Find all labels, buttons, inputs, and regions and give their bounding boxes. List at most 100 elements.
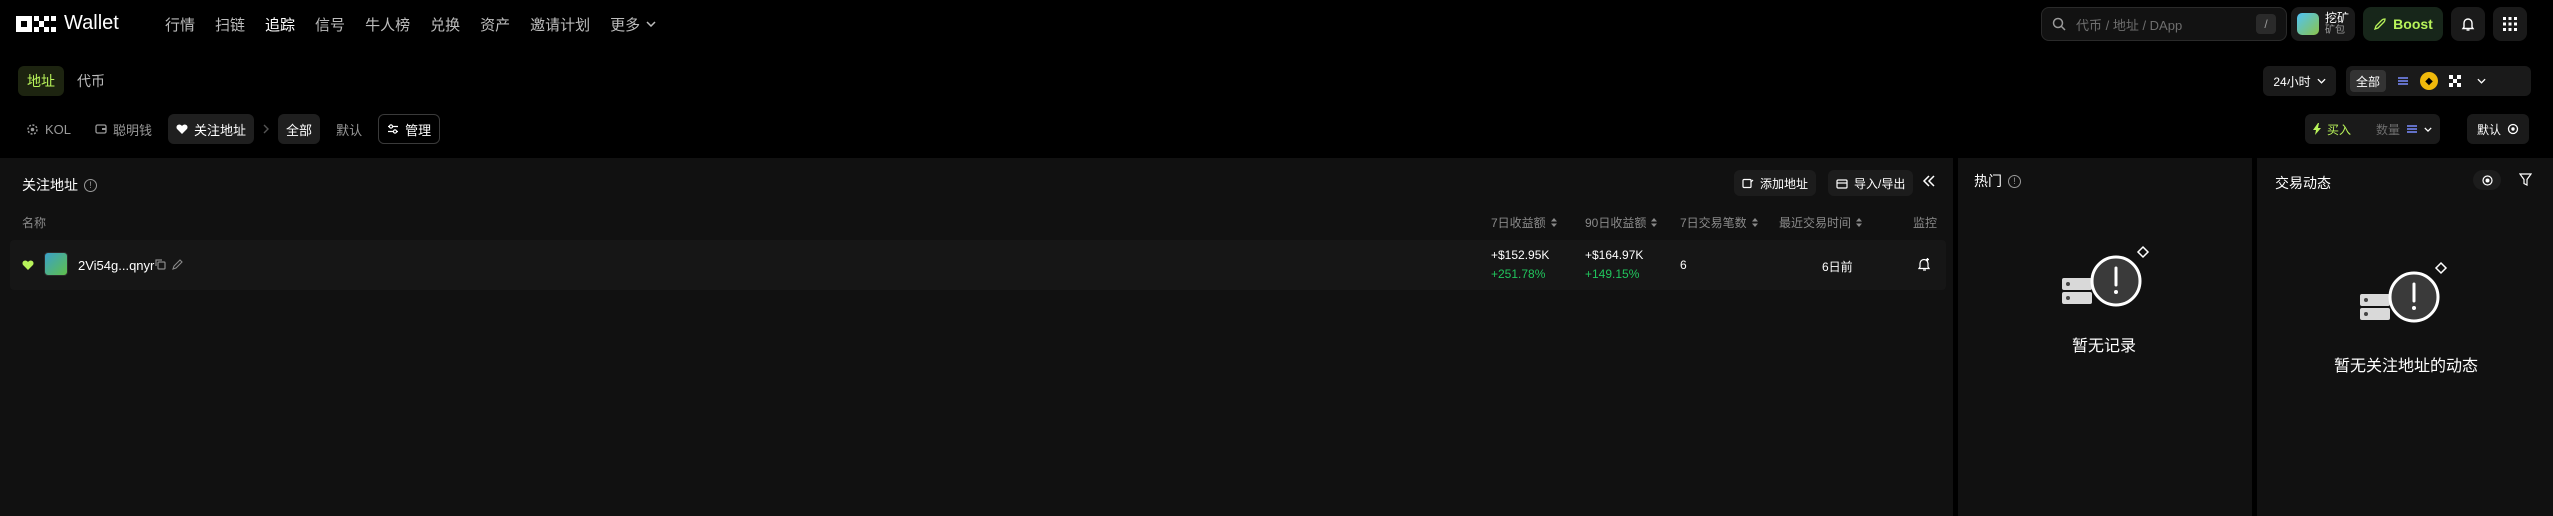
edit-icon[interactable] (172, 259, 183, 270)
add-address-label: 添加地址 (1760, 176, 1809, 191)
feed-empty-text: 暂无关注地址的动态 (2334, 358, 2479, 375)
okx-logo-icon (16, 15, 56, 32)
nav-item-swap[interactable]: 兑换 (430, 14, 460, 35)
info-icon[interactable]: ! (2008, 174, 2021, 188)
empty-state-icon (2360, 261, 2448, 323)
nav-item-scan[interactable]: 扫链 (215, 14, 245, 35)
preset-default-label: 默认 (2476, 122, 2501, 137)
tx7-value: 6 (1680, 258, 1687, 272)
nav-more-label: 更多 (610, 16, 641, 34)
notification-button[interactable] (2451, 7, 2485, 41)
heart-icon[interactable] (22, 260, 34, 271)
nav-more[interactable]: 更多 (610, 14, 656, 35)
nav-item-signal[interactable]: 信号 (315, 14, 345, 35)
preset-default-button[interactable]: 默认 (2467, 114, 2529, 144)
sort-icon (1550, 218, 1557, 227)
chevron-down-icon (646, 21, 656, 27)
feed-title: 交易动态 (2275, 175, 2331, 191)
chain-option-1[interactable] (2394, 72, 2413, 90)
col-name: 名称 (22, 216, 47, 230)
activity-feed-panel: 交易动态 暂无关注地址的动态 (2257, 158, 2553, 516)
filter-smart-money[interactable]: 聪明钱 (87, 114, 160, 144)
copy-icon[interactable] (155, 259, 166, 270)
table-row[interactable]: 2Vi54g...qnyr +$152.95K +251.78% +$164.9… (10, 240, 1946, 290)
add-address-button[interactable]: 添加地址 (1734, 170, 1817, 196)
nav-item-market[interactable]: 行情 (165, 14, 195, 35)
pnl7-value: +$152.95K (1491, 248, 1550, 262)
info-icon[interactable]: ! (84, 178, 97, 192)
panel-title-row: 关注地址 ! (22, 175, 97, 195)
watch-address-panel: 关注地址 ! 添加地址 导入/导出 名称 7日收益额 90日收益额 7日交易笔数… (0, 158, 1953, 516)
time-range-select[interactable]: 24小时 (2263, 66, 2336, 96)
chain-all-button[interactable]: 全部 (2350, 70, 2387, 92)
okx-chain-icon (2449, 75, 2462, 87)
mining-button[interactable]: 挖矿 矿包 (2291, 7, 2355, 41)
time-range-value: 24小时 (2273, 74, 2311, 89)
chevron-right-icon (263, 124, 270, 134)
filter-kol-label: KOL (45, 121, 72, 137)
chevrons-left-icon (1922, 175, 1935, 187)
mining-title: 挖矿 (2325, 11, 2350, 25)
manage-groups-label: 管理 (405, 122, 432, 138)
search-placeholder: 代币 / 地址 / DApp (2076, 17, 2183, 33)
sliders-icon (388, 124, 399, 134)
chain-more-button[interactable] (2472, 72, 2490, 90)
pnl90-value: +$164.97K (1585, 248, 1644, 262)
col-pnl7[interactable]: 7日收益额 (1491, 214, 1557, 231)
import-export-button[interactable]: 导入/导出 (1828, 170, 1914, 196)
filter-smart-money-label: 聪明钱 (113, 122, 153, 138)
category-filters: KOL 聪明钱 关注地址 全部 默认 管理 (18, 114, 441, 144)
tab-address[interactable]: 地址 (18, 66, 64, 96)
filter-watchlist[interactable]: 关注地址 (168, 114, 255, 144)
empty-state-icon (2062, 245, 2150, 307)
last-tx-value: 6日前 (1822, 260, 1853, 274)
col-tx7-label: 7日交易笔数 (1680, 216, 1747, 230)
col-pnl90-label: 90日收益额 (1585, 216, 1647, 230)
chain-filter: 全部 ◆ (2346, 66, 2531, 96)
apps-menu-button[interactable] (2493, 7, 2527, 41)
col-pnl90[interactable]: 90日收益额 (1585, 214, 1658, 231)
nav-item-leaderboard[interactable]: 牛人榜 (365, 14, 410, 35)
manage-groups-button[interactable]: 管理 (378, 114, 441, 144)
grid-icon (2503, 17, 2517, 31)
chevron-down-icon[interactable] (2424, 126, 2432, 132)
bell-icon (2461, 18, 2475, 31)
nav-item-invite[interactable]: 邀请计划 (530, 14, 590, 35)
filter-icon[interactable] (2519, 173, 2532, 186)
group-default[interactable]: 默认 (328, 114, 370, 144)
mining-subtitle: 矿包 (2325, 25, 2345, 36)
group-all[interactable]: 全部 (278, 114, 321, 144)
col-last-tx[interactable]: 最近交易时间 (1779, 214, 1863, 231)
address-name[interactable]: 2Vi54g...qnyr (78, 258, 154, 273)
app-title: Wallet (64, 12, 119, 34)
chevron-down-icon (2317, 78, 2326, 84)
search-shortcut: / (2256, 14, 2276, 34)
nav-item-assets[interactable]: 资产 (480, 14, 510, 35)
bnb-chain-icon[interactable]: ◆ (2420, 72, 2439, 90)
quick-buy-amount-input[interactable]: 数量 (2376, 121, 2400, 138)
gear-icon (27, 123, 38, 135)
search-input[interactable]: 代币 / 地址 / DApp / (2041, 7, 2287, 41)
main-nav: 行情 扫链 追踪 信号 牛人榜 兑换 资产 邀请计划 更多 (165, 0, 656, 48)
search-icon (2052, 17, 2066, 31)
boost-button[interactable]: Boost (2363, 7, 2443, 41)
bell-plus-icon[interactable] (1918, 257, 1931, 271)
nav-item-track[interactable]: 追踪 (265, 14, 295, 35)
lightning-icon (2313, 123, 2321, 135)
panel-title: 关注地址 (22, 177, 78, 193)
chain-option-3[interactable] (2446, 72, 2465, 90)
col-tx7[interactable]: 7日交易笔数 (1680, 214, 1758, 231)
add-note-icon (1742, 178, 1754, 188)
avatar (44, 252, 68, 276)
col-monitor: 监控 (1913, 216, 1938, 230)
tab-token[interactable]: 代币 (68, 66, 114, 96)
filter-kol[interactable]: KOL (18, 114, 79, 144)
col-last-tx-label: 最近交易时间 (1779, 216, 1852, 230)
feed-toggle[interactable] (2473, 170, 2501, 190)
okx-logo[interactable]: Wallet (16, 12, 119, 35)
collapse-panel-button[interactable] (1922, 174, 1936, 188)
mining-avatar (2297, 13, 2319, 35)
import-icon (1836, 178, 1848, 189)
sort-icon (1651, 218, 1658, 227)
hot-title-row: 热门 ! (1974, 171, 2021, 191)
